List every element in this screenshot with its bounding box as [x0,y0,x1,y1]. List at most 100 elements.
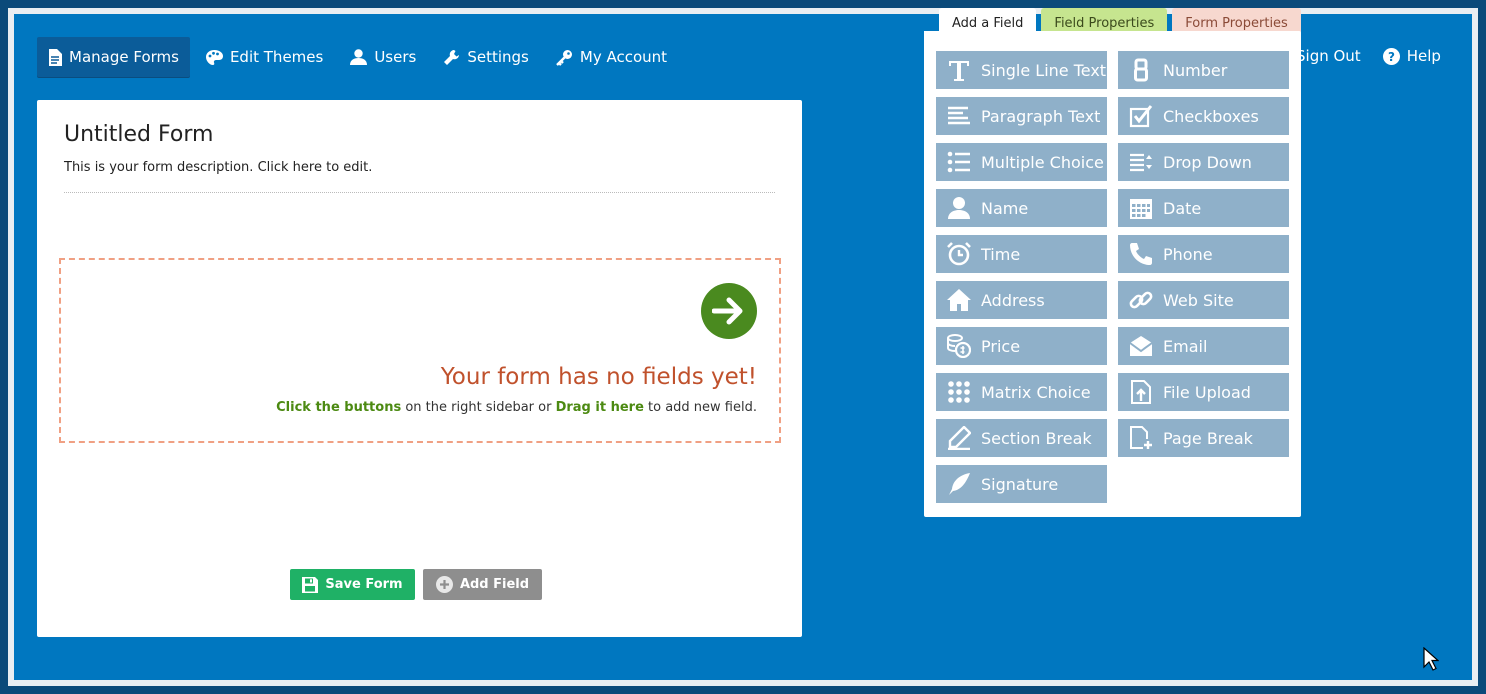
nav-settings[interactable]: Settings [432,37,540,77]
main-nav: Manage Forms Edit Themes Users Settings … [37,36,683,78]
field-section-break-button[interactable]: Section Break [936,419,1107,457]
field-name-button[interactable]: Name [936,189,1107,227]
text-icon [945,56,973,84]
floppy-icon [302,576,319,593]
field-label: Price [981,336,1021,356]
grid-icon [945,378,973,406]
field-drop-zone[interactable]: Your form has no fields yet! Click the b… [59,258,781,443]
field-palette: Single Line Text Number Paragraph Text C… [924,31,1301,517]
field-drop-down-button[interactable]: Drop Down [1118,143,1289,181]
hint-drag: Drag it here [555,400,644,415]
plus-circle-icon [435,576,453,593]
field-label: Date [1163,198,1202,218]
field-label: File Upload [1163,382,1251,402]
field-web-site-button[interactable]: Web Site [1118,281,1289,319]
dropdown-icon [1127,148,1155,176]
field-email-button[interactable]: Email [1118,327,1289,365]
document-icon [49,48,62,66]
field-label: Name [981,198,1029,218]
nav-label: Users [374,48,417,66]
pencil-icon [945,424,973,452]
nav-manage-forms[interactable]: Manage Forms [37,37,190,77]
field-label: Number [1163,60,1228,80]
field-time-button[interactable]: Time [936,235,1107,273]
save-form-button[interactable]: Save Form [290,569,415,600]
field-label: Email [1163,336,1208,356]
field-paragraph-text-button[interactable]: Paragraph Text [936,97,1107,135]
field-matrix-choice-button[interactable]: Matrix Choice [936,373,1107,411]
sign-out-label: Sign Out [1296,47,1361,65]
arrow-right-icon [701,283,757,339]
field-label: Page Break [1163,428,1253,448]
hint-middle: on the right sidebar or [401,400,556,415]
empty-state-hint: Click the buttons on the right sidebar o… [276,400,757,415]
save-form-label: Save Form [325,577,403,592]
field-single-line-text-button[interactable]: Single Line Text [936,51,1107,89]
list-icon [945,148,973,176]
svg-text:?: ? [1388,50,1395,64]
add-field-label: Add Field [459,577,530,592]
phone-icon [1127,240,1155,268]
field-signature-button[interactable]: Signature [936,465,1107,503]
calendar-icon [1127,194,1155,222]
field-checkboxes-button[interactable]: Checkboxes [1118,97,1289,135]
field-page-break-button[interactable]: Page Break [1118,419,1289,457]
coins-icon [945,332,973,360]
nav-right: Sign Out ? Help [1292,36,1450,76]
field-address-button[interactable]: Address [936,281,1107,319]
field-label: Web Site [1163,290,1234,310]
hint-end: to add new field. [643,400,757,415]
number-icon [1127,56,1155,84]
upload-icon [1127,378,1155,406]
form-description[interactable]: This is your form description. Click her… [64,160,372,175]
field-price-button[interactable]: Price [936,327,1107,365]
field-number-button[interactable]: Number [1118,51,1289,89]
checkbox-icon [1127,102,1155,130]
nav-label: Manage Forms [69,48,179,66]
wrench-icon [444,49,460,65]
hint-buttons: Click the buttons [276,400,402,415]
nav-label: Edit Themes [229,48,324,66]
field-label: Drop Down [1163,152,1252,172]
help-label: Help [1406,47,1441,65]
nav-label: My Account [579,48,668,66]
field-label: Multiple Choice [981,152,1104,172]
app-area: Manage Forms Edit Themes Users Settings … [14,8,1472,680]
field-multiple-choice-button[interactable]: Multiple Choice [936,143,1107,181]
field-label: Matrix Choice [981,382,1091,402]
feather-icon [945,470,973,498]
field-label: Checkboxes [1163,106,1259,126]
envelope-icon [1127,332,1155,360]
form-panel: Untitled Form This is your form descript… [37,100,802,637]
field-label: Time [981,244,1021,264]
field-file-upload-button[interactable]: File Upload [1118,373,1289,411]
field-label: Signature [981,474,1059,494]
field-label: Section Break [981,428,1092,448]
form-divider [64,192,775,193]
help-icon: ? [1382,47,1400,65]
nav-label: Settings [467,48,529,66]
empty-state-title: Your form has no fields yet! [440,364,757,390]
form-title[interactable]: Untitled Form [64,122,213,147]
sign-out-link[interactable]: Sign Out [1292,36,1365,76]
field-label: Paragraph Text [981,106,1101,126]
page-add-icon [1127,424,1155,452]
help-link[interactable]: ? Help [1379,36,1445,76]
user-icon [350,49,368,65]
key-icon [556,49,572,66]
add-field-button[interactable]: Add Field [423,569,542,600]
alarm-icon [945,240,973,268]
field-label: Address [981,290,1045,310]
home-icon [945,286,973,314]
palette-icon [205,49,223,65]
nav-users[interactable]: Users [339,37,427,77]
paragraph-icon [945,102,973,130]
field-label: Single Line Text [981,60,1107,80]
nav-edit-themes[interactable]: Edit Themes [195,37,334,77]
field-date-button[interactable]: Date [1118,189,1289,227]
window-frame: Manage Forms Edit Themes Users Settings … [8,8,1478,686]
person-icon [945,194,973,222]
nav-my-account[interactable]: My Account [545,37,678,77]
field-phone-button[interactable]: Phone [1118,235,1289,273]
link-icon [1127,286,1155,314]
